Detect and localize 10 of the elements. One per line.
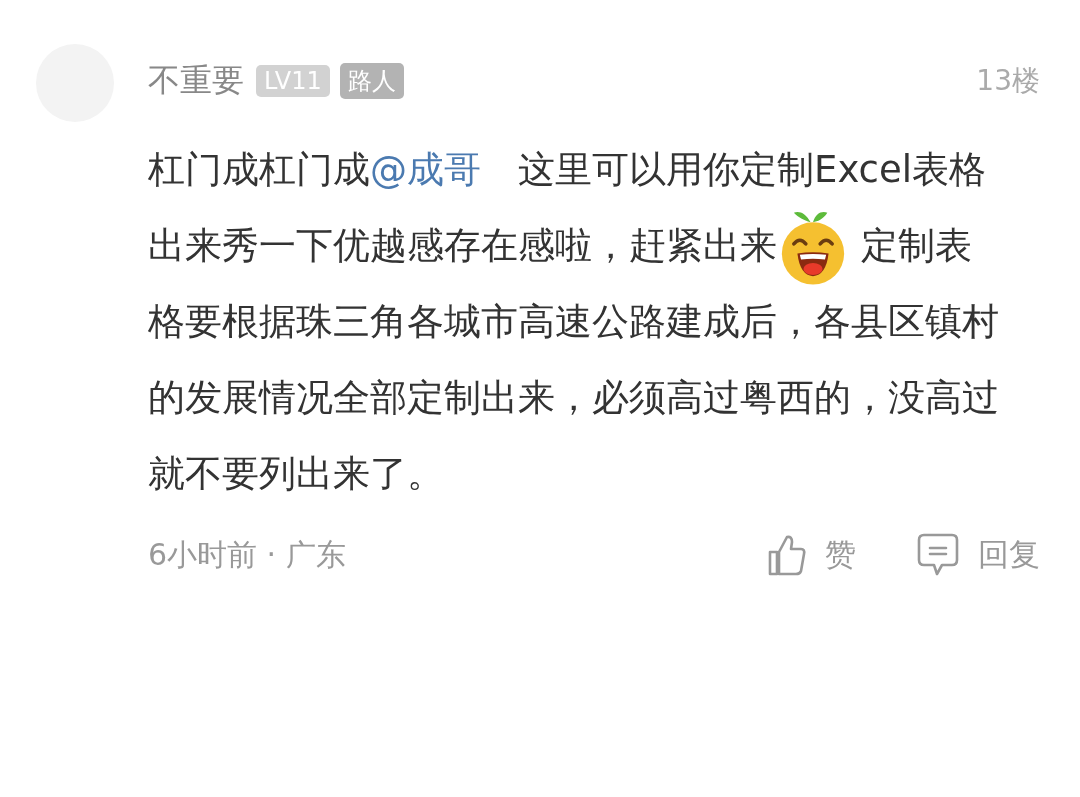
comment-icon: [916, 532, 960, 578]
username[interactable]: 不重要: [148, 59, 244, 103]
floor-number: 13楼: [976, 63, 1040, 99]
mention-link[interactable]: @成哥: [370, 148, 481, 191]
user-badge: 路人: [339, 63, 404, 99]
thumbs-up-icon: [767, 533, 807, 577]
comment-text: 杠门成杠门成@成哥 这里可以用你定制Excel表格出来秀一下优越感存在感啦，赶紧出来 定制表格要根据珠三角各城市高速公路建成后，各县区镇村的发展情况全部定制出来，必须高过粤西的，没高过就不要列出来了。: [148, 147, 1000, 497]
time-location: 6小时前 · 广东: [148, 535, 346, 574]
reply-button[interactable]: 回复: [916, 532, 1040, 578]
like-button[interactable]: 赞: [767, 532, 856, 578]
